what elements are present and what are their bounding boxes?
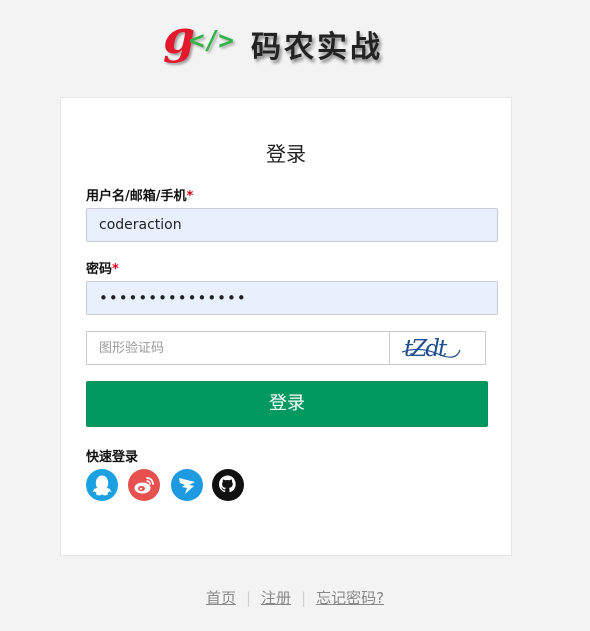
footer-separator: | [301, 589, 307, 607]
dingtalk-icon [179, 478, 195, 494]
password-input[interactable]: ••••••••••••••• [86, 281, 498, 315]
qq-icon [92, 475, 112, 496]
username-label: 用户名/邮箱/手机* [86, 189, 194, 204]
quick-login-label: 快速登录 [86, 450, 139, 465]
qq-login-button[interactable] [86, 469, 118, 501]
captcha-input[interactable] [86, 331, 389, 365]
github-login-button[interactable] [212, 469, 244, 501]
login-button[interactable]: 登录 [86, 381, 488, 427]
logo-name: 码农实战 [251, 30, 383, 65]
footer-register-link[interactable]: 注册 [261, 589, 291, 607]
dingtalk-login-button[interactable] [171, 469, 203, 501]
github-icon [219, 475, 236, 493]
weibo-icon [134, 477, 154, 494]
required-mark: * [112, 262, 119, 277]
captcha-drawing: tZdt [401, 336, 461, 362]
login-card: 登录 用户名/邮箱/手机* 密码* ••••••••••••••• tZdt 登… [60, 97, 512, 556]
captcha-image[interactable]: tZdt [389, 331, 486, 365]
captcha-text: tZdt [404, 336, 448, 362]
required-mark: * [186, 189, 194, 204]
username-input[interactable] [86, 208, 498, 242]
footer-home-link[interactable]: 首页 [206, 589, 236, 607]
footer-forgot-password-link[interactable]: 忘记密码? [316, 589, 384, 607]
site-logo[interactable]: g </> 码农实战 [163, 10, 413, 68]
login-title: 登录 [266, 142, 306, 166]
password-label: 密码* [86, 262, 119, 277]
footer-separator: | [245, 589, 252, 607]
footer-links: 首页 | 注册 | 忘记密码? [0, 587, 590, 608]
logo-tag: </> [189, 26, 234, 56]
weibo-login-button[interactable] [128, 469, 160, 501]
